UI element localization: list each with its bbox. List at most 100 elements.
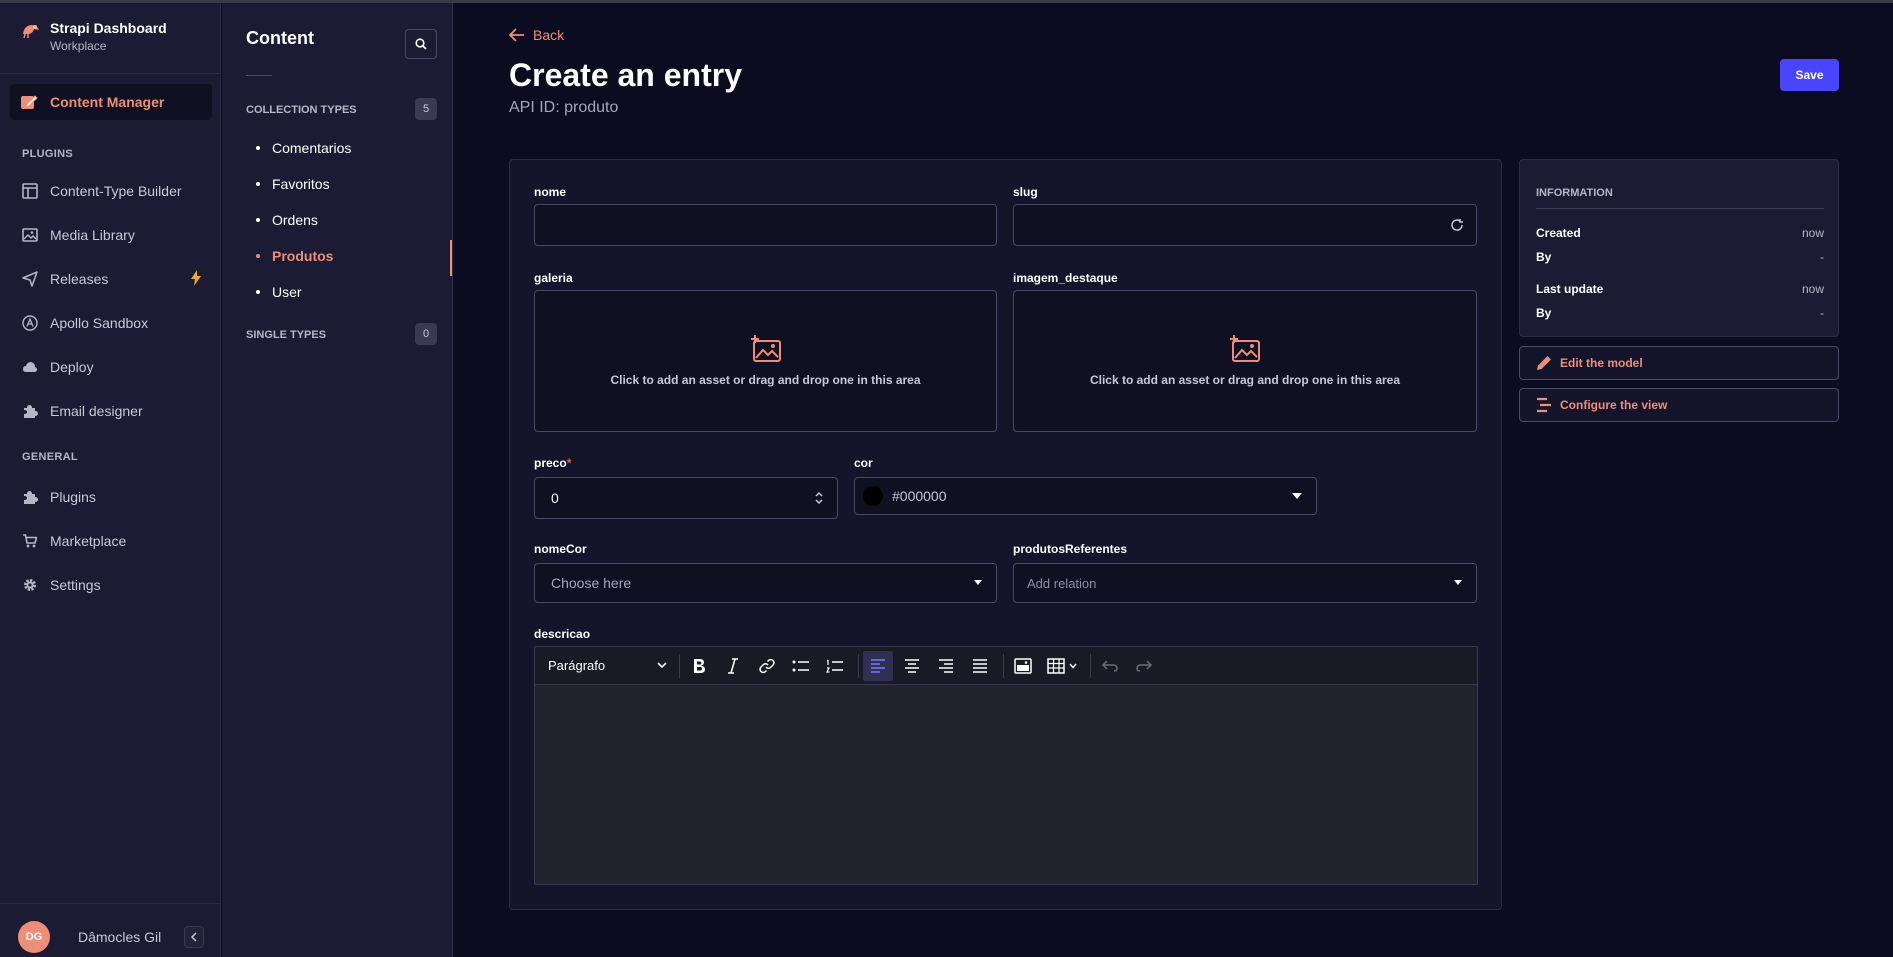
search-icon — [415, 38, 427, 50]
refresh-icon[interactable] — [1450, 218, 1464, 232]
back-label: Back — [533, 27, 565, 43]
info-row-updated-by: By - — [1536, 306, 1824, 320]
produtos-referentes-relation-select[interactable]: Add relation — [1013, 563, 1477, 603]
nav-item-marketplace[interactable]: Marketplace — [22, 527, 202, 555]
pencil-icon — [1537, 356, 1551, 370]
puzzle-icon — [22, 489, 38, 505]
nav-item-label: Marketplace — [50, 533, 127, 549]
list-settings-icon — [1537, 397, 1551, 413]
insert-table-button[interactable] — [1042, 651, 1082, 681]
info-value: - — [1820, 306, 1824, 320]
bulleted-list-button[interactable] — [786, 651, 816, 681]
preco-label: preco* — [534, 456, 571, 470]
nav-item-settings[interactable]: Settings — [22, 571, 202, 599]
toolbar-divider — [858, 653, 859, 678]
preco-number-input[interactable]: 0 — [534, 477, 838, 519]
pencil-square-icon — [21, 95, 38, 109]
nav-item-media-library[interactable]: Media Library — [22, 221, 202, 249]
undo-button[interactable] — [1095, 651, 1125, 681]
align-center-button[interactable] — [897, 651, 927, 681]
caret-down-icon — [974, 580, 982, 585]
nav-item-label: Content-Type Builder — [50, 183, 182, 199]
imagem-destaque-dropzone[interactable]: Click to add an asset or drag and drop o… — [1013, 290, 1477, 432]
collection-type-ordens[interactable]: Ordens — [256, 212, 318, 228]
nav-item-apollo-sandbox[interactable]: Apollo Sandbox — [22, 309, 202, 337]
single-types-count-badge: 0 — [415, 323, 437, 345]
paper-plane-icon — [22, 271, 38, 287]
preco-label-text: preco — [534, 456, 567, 470]
nav-item-content-type-builder[interactable]: Content-Type Builder — [22, 177, 202, 205]
nav-item-label: Plugins — [50, 489, 96, 505]
nav-item-plugins[interactable]: Plugins — [22, 483, 202, 511]
chevron-down-icon — [1069, 663, 1077, 669]
configure-view-label: Configure the view — [1560, 398, 1668, 412]
nav-item-deploy[interactable]: Deploy — [22, 353, 202, 381]
collection-types-title[interactable]: COLLECTION TYPES — [246, 104, 357, 116]
nomecor-select[interactable]: Choose here — [534, 563, 997, 603]
heading-select[interactable]: Parágrafo — [541, 651, 675, 681]
gear-icon — [22, 577, 38, 593]
align-left-button[interactable] — [863, 650, 893, 681]
align-right-icon — [939, 658, 953, 673]
info-row-last-update: Last update now — [1536, 282, 1824, 296]
redo-button[interactable] — [1129, 651, 1159, 681]
nome-input[interactable] — [534, 204, 997, 246]
image-icon — [1014, 657, 1032, 674]
nav-item-label: Settings — [50, 577, 101, 593]
rich-text-editor: Parágrafo — [534, 646, 1478, 885]
bullet — [256, 146, 260, 150]
descricao-label: descricao — [534, 627, 591, 641]
nav-item-email-designer[interactable]: Email designer — [22, 397, 202, 425]
collection-type-user[interactable]: User — [256, 284, 302, 300]
collection-type-comentarios[interactable]: Comentarios — [256, 140, 351, 156]
toolbar-divider — [1090, 653, 1091, 678]
galeria-dropzone[interactable]: Click to add an asset or drag and drop o… — [534, 290, 997, 432]
stepper-arrows-icon[interactable] — [815, 490, 823, 506]
bold-button[interactable] — [684, 651, 714, 681]
link-icon — [759, 658, 775, 673]
nav-item-label: Deploy — [50, 359, 94, 375]
cor-label: cor — [854, 456, 873, 470]
editor-content-area[interactable] — [535, 686, 1477, 884]
align-justify-button[interactable] — [965, 651, 995, 681]
nav-item-content-manager[interactable]: Content Manager — [10, 84, 212, 120]
user-menu[interactable]: DG Dâmocles Gil — [18, 921, 204, 953]
bold-icon — [694, 658, 705, 673]
align-left-icon — [871, 658, 885, 673]
color-value: #000000 — [892, 488, 947, 504]
align-right-button[interactable] — [931, 651, 961, 681]
color-picker[interactable]: #000000 — [854, 477, 1317, 515]
italic-button[interactable] — [718, 651, 748, 681]
lightning-icon — [190, 269, 202, 289]
collection-type-produtos[interactable]: Produtos — [256, 248, 333, 264]
avatar[interactable]: DG — [18, 921, 50, 953]
page-title: Create an entry — [509, 57, 742, 93]
required-asterisk: * — [566, 456, 572, 470]
configure-view-button[interactable]: Configure the view — [1519, 388, 1839, 422]
information-panel: INFORMATION Created now By - Last update… — [1519, 159, 1839, 337]
bullet — [256, 218, 260, 222]
collection-type-label: User — [272, 284, 302, 300]
strapi-logo-icon — [23, 25, 39, 39]
apollo-icon — [22, 315, 38, 331]
cloud-icon — [22, 359, 38, 375]
collection-type-label: Ordens — [272, 212, 318, 228]
slug-input[interactable] — [1013, 204, 1477, 246]
search-button[interactable] — [405, 29, 437, 59]
nav-item-label: Apollo Sandbox — [50, 315, 149, 331]
caret-down-icon — [1292, 493, 1302, 499]
insert-image-button[interactable] — [1008, 651, 1038, 681]
save-button[interactable]: Save — [1780, 59, 1839, 91]
back-link[interactable]: Back — [509, 27, 564, 43]
collection-type-favoritos[interactable]: Favoritos — [256, 176, 330, 192]
collapse-sidebar-button[interactable] — [184, 926, 204, 948]
info-value: now — [1801, 226, 1824, 240]
link-button[interactable] — [752, 651, 782, 681]
single-types-title[interactable]: SINGLE TYPES — [246, 329, 326, 341]
nav-item-label: Email designer — [50, 403, 143, 419]
nav-item-releases[interactable]: Releases — [22, 265, 202, 293]
brand[interactable]: Strapi Dashboard Workplace — [20, 20, 167, 53]
slug-label: slug — [1013, 185, 1038, 199]
numbered-list-button[interactable] — [820, 651, 850, 681]
edit-model-button[interactable]: Edit the model — [1519, 346, 1839, 380]
